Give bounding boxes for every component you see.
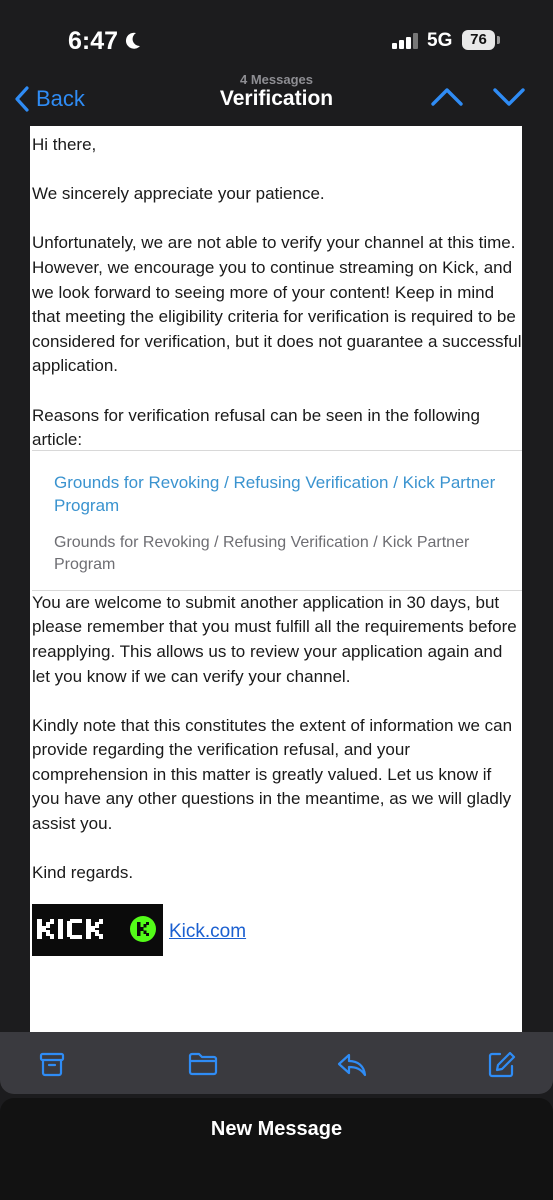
new-message-sheet[interactable]: New Message <box>0 1098 553 1200</box>
cellular-signal-icon <box>392 33 420 49</box>
kick-logo <box>32 904 163 957</box>
link-preview-card[interactable]: Grounds for Revoking / Refusing Verifica… <box>32 449 522 591</box>
page-title: Verification <box>219 87 334 110</box>
status-time: 6:47 <box>68 27 119 55</box>
folder-icon[interactable] <box>187 1050 219 1078</box>
email-paragraph: Unfortunately, we are not able to verify… <box>32 233 522 376</box>
previous-message-button[interactable] <box>430 86 464 108</box>
battery-cap <box>497 36 500 44</box>
link-preview-description: Grounds for Revoking / Refusing Verifica… <box>54 533 470 573</box>
email-closing: Kind regards. <box>32 863 134 883</box>
battery-icon: 76 <box>462 30 495 50</box>
link-preview-title[interactable]: Grounds for Revoking / Refusing Verifica… <box>54 471 512 517</box>
reply-icon[interactable] <box>336 1050 368 1078</box>
email-paragraph: We sincerely appreciate your patience. <box>32 184 325 204</box>
archive-icon[interactable] <box>38 1050 66 1078</box>
kick-logo-image <box>37 916 156 943</box>
kick-website-link[interactable]: Kick.com <box>169 920 246 945</box>
next-message-button[interactable] <box>492 86 526 108</box>
new-message-button[interactable]: New Message <box>0 1118 553 1141</box>
mail-toolbar <box>0 1032 553 1094</box>
compose-icon[interactable] <box>486 1050 516 1080</box>
moon-icon <box>125 32 140 49</box>
navigation-bar: Back 4 Messages Verification <box>0 72 553 126</box>
email-paragraph: You are welcome to submit another applic… <box>32 592 517 686</box>
signature: Kick.com <box>32 904 522 957</box>
email-greeting: Hi there, <box>32 135 97 154</box>
message-count: 4 Messages <box>240 72 313 87</box>
network-type: 5G <box>427 30 453 51</box>
email-paragraph: Reasons for verification refusal can be … <box>32 405 480 450</box>
status-bar: 6:47 5G 76 <box>0 0 553 72</box>
email-body[interactable]: Hi there, We sincerely appreciate your p… <box>30 126 522 1032</box>
email-paragraph: Kindly note that this constitutes the ex… <box>32 715 513 834</box>
